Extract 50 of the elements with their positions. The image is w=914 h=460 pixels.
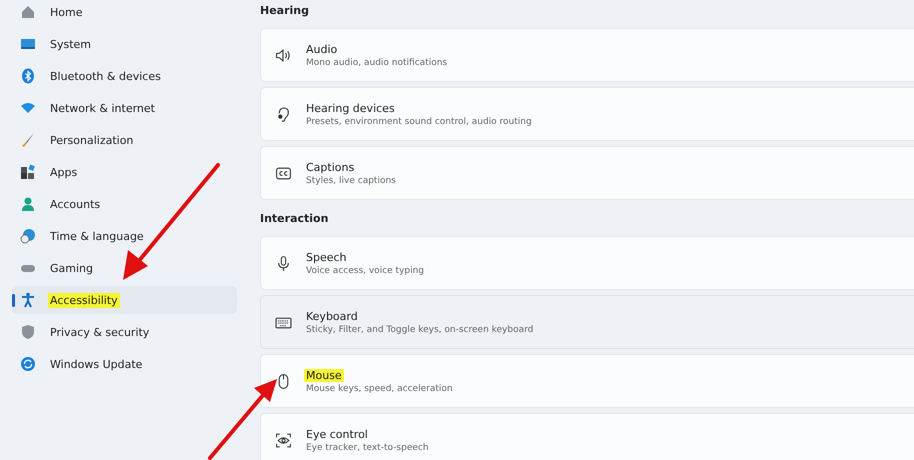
card-description: Mouse keys, speed, acceleration [306,384,453,394]
settings-card[interactable]: Captions Styles, live captions [260,146,914,200]
sidebar-item[interactable]: Apps [12,158,237,186]
bluetooth-icon [20,68,36,84]
card-title: Hearing devices [305,102,396,114]
card-description: Eye tracker, text-to-speech [306,442,429,452]
apps-icon [20,164,36,180]
card-description: Presets, environment sound control, audio routing [306,116,532,126]
settings-card[interactable]: Keyboard Sticky, Filter, and Toggle keys, on-screen keyboard [260,295,914,349]
card-description: Sticky, Filter, and Toggle keys, on-screen keyboard [306,324,534,334]
card-title: Keyboard [305,310,359,322]
card-description: Mono audio, audio notifications [306,58,448,68]
card-description: Styles, live captions [306,176,396,186]
sidebar-item[interactable]: Bluetooth & devices [12,62,237,90]
person-icon [20,196,36,212]
card-title: Audio [305,42,338,56]
sidebar-item[interactable]: Personalization [12,126,237,154]
sidebar-item[interactable]: Privacy & security [12,318,237,346]
sidebar-item[interactable]: Accessibility [12,286,237,314]
sidebar-item[interactable]: Network & internet [12,94,237,122]
sidebar-item[interactable]: Home [12,0,237,26]
section-heading: Interaction [260,212,330,227]
accessibility-icon [20,292,36,308]
sidebar-item[interactable]: Windows Update [12,350,237,378]
card-description: Voice access, voice typing [306,266,424,276]
speaker-icon [275,46,292,64]
section-heading: Hearing [260,4,310,19]
sidebar-item[interactable]: Time & language [12,222,237,250]
sidebar-item[interactable]: System [12,30,237,58]
sidebar-item[interactable]: Gaming [12,254,237,282]
mic-icon [275,254,292,272]
card-title: Captions [305,160,356,174]
update-icon [20,356,36,372]
brush-icon [20,132,36,148]
card-title: Eye control [305,428,369,440]
card-title: Mouse [304,368,344,382]
cc-icon [275,164,292,182]
settings-card[interactable]: Mouse Mouse keys, speed, acceleration [260,354,914,408]
shield-icon [20,324,36,340]
settings-card[interactable]: Audio Mono audio, audio notifications [260,28,914,82]
settings-card[interactable]: Speech Voice access, voice typing [260,236,914,290]
system-icon [20,36,36,52]
ear-icon [275,106,292,122]
sidebar-item[interactable]: Accounts [12,190,237,218]
settings-card[interactable]: Hearing devices Presets, environment sound control, audio routing [260,87,914,141]
card-title: Speech [305,250,348,264]
home-icon [20,4,36,20]
eye-icon [275,432,292,448]
settings-card[interactable]: Eye control Eye tracker, text-to-speech [260,413,914,460]
network-icon [20,100,36,116]
